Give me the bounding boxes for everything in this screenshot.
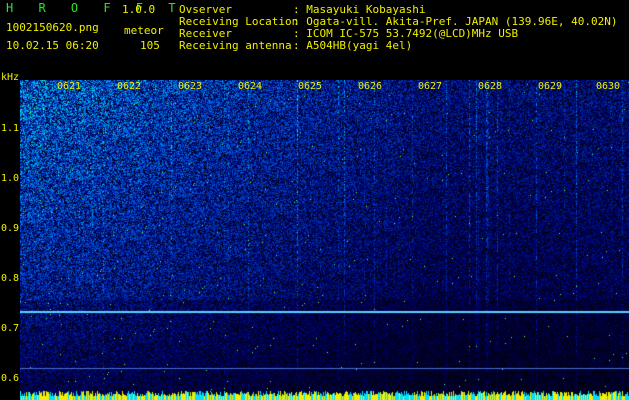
y-tick-label: 0.6 [0,373,19,384]
date-time: 10.02.15 06:20 [6,39,99,52]
time-tick-label: 0625 [298,81,323,92]
file-name: 1002150620.png [6,21,99,34]
y-tick-label: 1.1 [0,123,19,134]
app-version: 1.0.0 [122,3,156,16]
time-tick-label: 0626 [358,81,383,92]
time-tick-label: 0622 [117,81,142,92]
y-tick-label: 1.0 [0,173,19,184]
header-panel: H R O F F T 1.0.0 1002150620.png meteor … [0,0,629,80]
time-tick-label: 0630 [596,81,621,92]
time-tick-label: 0624 [238,81,263,92]
event-type: meteor [124,24,164,37]
field-label-antenna: Receiving antenna [179,39,292,52]
time-tick-label: 0627 [418,81,443,92]
app-name: H R O F F T [6,1,185,15]
field-value-antenna: : A504HB(yagi 4el) [293,39,413,52]
time-tick-label: 0621 [57,81,82,92]
spectrogram [20,80,629,400]
event-count: 105 [140,39,160,52]
y-tick-label: 0.7 [0,323,19,334]
time-tick-label: 0628 [478,81,503,92]
y-tick-label: 0.9 [0,223,19,234]
time-tick-label: 0623 [178,81,203,92]
frequency-axis: 1.1 1.0 0.9 0.8 0.7 0.6 [0,80,20,400]
y-tick-label: 0.8 [0,273,19,284]
time-tick-label: 0629 [538,81,563,92]
